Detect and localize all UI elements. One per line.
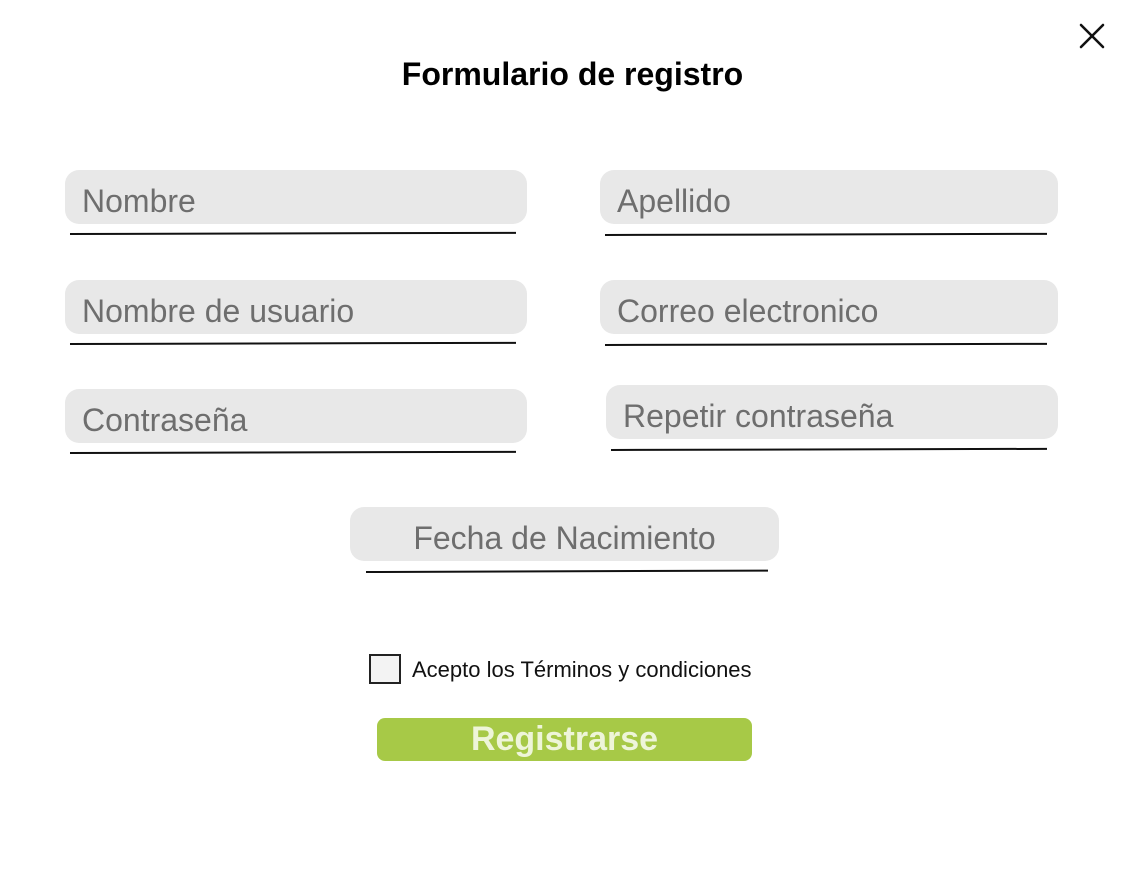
terms-label: Acepto los Términos y condiciones (412, 657, 752, 682)
birth-date-underline (365, 569, 769, 573)
first-name-underline (69, 231, 517, 235)
close-icon[interactable] (1076, 20, 1108, 52)
password-underline (69, 450, 517, 454)
username-input[interactable] (65, 280, 527, 334)
registration-form: Formulario de registro Acepto los Términ… (0, 0, 1129, 871)
first-name-input[interactable] (65, 170, 527, 224)
form-title: Formulario de registro (401, 56, 744, 92)
repeat-password-underline (610, 447, 1048, 451)
email-underline (604, 342, 1048, 346)
password-input[interactable] (65, 389, 527, 443)
last-name-underline (604, 232, 1048, 236)
username-underline (69, 341, 517, 345)
last-name-input[interactable] (600, 170, 1058, 224)
birth-date-input[interactable] (350, 507, 779, 561)
email-input[interactable] (600, 280, 1058, 334)
terms-checkbox[interactable] (369, 654, 401, 684)
register-button[interactable]: Registrarse (377, 718, 752, 761)
repeat-password-input[interactable] (606, 385, 1058, 439)
